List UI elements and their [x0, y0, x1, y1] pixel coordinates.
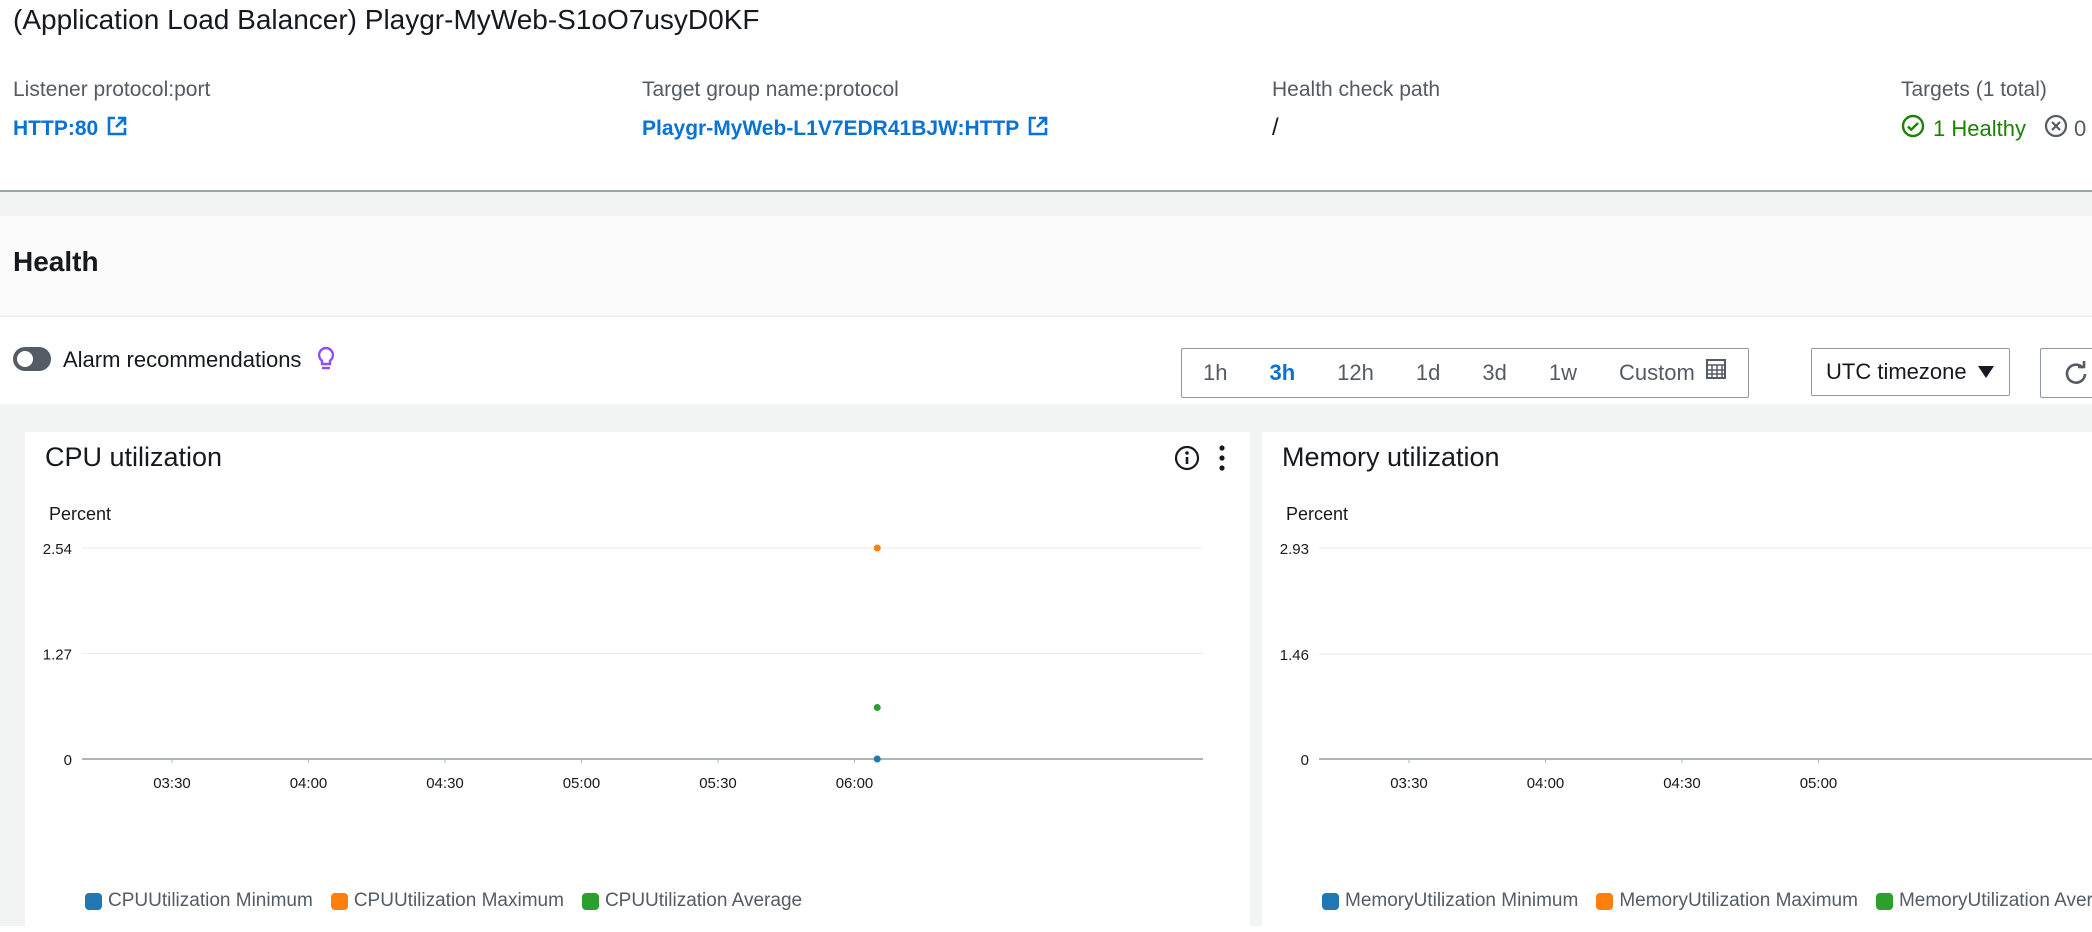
range-1d[interactable]: 1d	[1395, 349, 1461, 397]
range-3d[interactable]: 3d	[1461, 349, 1527, 397]
legend-label: MemoryUtilization Minimum	[1345, 890, 1579, 911]
x-tick-label: 05:30	[699, 775, 737, 792]
memory-y-axis-label: Percent	[1286, 504, 1349, 524]
legend-swatch-maximum	[1596, 892, 1614, 910]
x-tick-label: 03:30	[153, 775, 191, 792]
check-circle-icon	[1901, 114, 1925, 144]
cpu-legend: CPUUtilization Minimum CPUUtilization Ma…	[85, 890, 802, 912]
legend-item-mem-avg[interactable]: MemoryUtilization Average	[1875, 890, 2092, 912]
y-tick-label: 2.54	[43, 541, 72, 558]
memory-widget-title: Memory utilization	[1282, 442, 1500, 472]
info-icon[interactable]	[1174, 445, 1200, 476]
page-title: (Application Load Balancer) Playgr-MyWeb…	[13, 4, 760, 35]
x-tick-label: 04:00	[290, 775, 328, 792]
y-tick-label: 2.93	[1280, 541, 1309, 558]
alarm-recommendations-label: Alarm recommendations	[63, 347, 302, 372]
y-tick-label: 0	[64, 752, 72, 769]
legend-label: CPUUtilization Maximum	[353, 890, 564, 911]
listener-link[interactable]: HTTP:80	[13, 115, 128, 143]
cpu-widget-title: CPU utilization	[45, 442, 223, 472]
range-1h[interactable]: 1h	[1182, 349, 1248, 397]
x-tick-label: 05:00	[1800, 775, 1838, 792]
cpu-utilization-widget: CPU utilization Percent 0 1.27 2.54 03:30 04…	[25, 432, 1250, 932]
data-point-minimum	[873, 755, 881, 763]
targets-healthy-text: 1 Healthy	[1933, 116, 2026, 141]
legend-swatch-maximum	[330, 892, 348, 910]
range-3h[interactable]: 3h	[1248, 349, 1316, 397]
legend-item-cpu-min[interactable]: CPUUtilization Minimum	[85, 890, 313, 912]
caret-down-icon	[1977, 359, 1995, 385]
cpu-chart: 0 1.27 2.54 03:30 04:00 04:30 05:00 05:30 06:00	[43, 541, 1203, 792]
legend-swatch-minimum	[1322, 892, 1339, 910]
y-tick-label: 1.27	[43, 647, 72, 664]
targets-unhealthy-status: 0	[2044, 114, 2086, 144]
legend-label: MemoryUtilization Maximum	[1619, 890, 1858, 911]
legend-label: CPUUtilization Average	[604, 890, 803, 911]
x-tick-label: 05:00	[563, 775, 601, 792]
health-path-label: Health check path	[1272, 78, 1441, 101]
targets-unhealthy-text: 0	[2074, 116, 2087, 141]
x-tick-label: 04:30	[426, 775, 464, 792]
target-group-link[interactable]: Playgr-MyWeb-L1V7EDR41BJW:HTTP	[642, 115, 1049, 143]
refresh-button[interactable]	[2040, 348, 2092, 398]
health-path-value: /	[1272, 114, 1279, 141]
legend-swatch-average	[1875, 892, 1893, 910]
external-link-icon	[106, 115, 128, 143]
data-point-maximum	[873, 544, 881, 552]
timezone-select[interactable]: UTC timezone	[1811, 348, 2010, 396]
legend-label: MemoryUtilization Average	[1898, 890, 2092, 911]
target-group-value: Playgr-MyWeb-L1V7EDR41BJW:HTTP	[642, 117, 1020, 140]
memory-utilization-widget: Memory utilization Percent 0 1.46 2.93 03:3…	[1262, 432, 2092, 932]
cpu-y-axis-label: Percent	[49, 504, 112, 524]
x-tick-label: 03:30	[1390, 775, 1428, 792]
time-range-selector: 1h 3h 12h 1d 3d 1w Custom	[1181, 348, 1749, 398]
legend-label: CPUUtilization Minimum	[108, 890, 313, 911]
range-1w[interactable]: 1w	[1528, 349, 1598, 397]
range-12h[interactable]: 12h	[1316, 349, 1395, 397]
y-tick-label: 1.46	[1280, 647, 1309, 664]
external-link-icon	[1027, 115, 1049, 143]
range-custom[interactable]: Custom	[1598, 349, 1748, 397]
health-header	[0, 216, 2092, 317]
health-title: Health	[13, 246, 99, 277]
x-circle-icon	[2044, 114, 2068, 144]
target-group-label: Target group name:protocol	[642, 78, 899, 101]
custom-label: Custom	[1618, 360, 1695, 385]
y-tick-label: 0	[1301, 752, 1309, 769]
calendar-icon	[1705, 349, 1727, 397]
alarm-recommendations-toggle[interactable]	[13, 347, 51, 371]
memory-chart: 0 1.46 2.93 03:30 04:00 04:30 05:00	[1280, 541, 2092, 792]
more-actions-icon[interactable]	[1217, 444, 1227, 477]
legend-item-mem-max[interactable]: MemoryUtilization Maximum	[1596, 890, 1858, 912]
listener-value: HTTP:80	[13, 117, 99, 140]
refresh-icon	[2063, 361, 2089, 392]
legend-item-cpu-avg[interactable]: CPUUtilization Average	[581, 890, 803, 912]
targets-label: Targets (1 total)	[1901, 78, 2047, 101]
lightbulb-icon[interactable]	[316, 346, 336, 377]
legend-item-mem-min[interactable]: MemoryUtilization Minimum	[1322, 890, 1578, 912]
legend-swatch-average	[581, 892, 599, 910]
data-point-average	[873, 703, 881, 711]
listener-label: Listener protocol:port	[13, 78, 211, 101]
targets-healthy-status: 1 Healthy	[1901, 114, 2026, 144]
x-tick-label: 04:30	[1663, 775, 1701, 792]
x-tick-label: 06:00	[836, 775, 874, 792]
x-tick-label: 04:00	[1527, 775, 1565, 792]
legend-item-cpu-max[interactable]: CPUUtilization Maximum	[330, 890, 564, 912]
memory-legend: MemoryUtilization Minimum MemoryUtilizat…	[1322, 890, 2092, 912]
legend-swatch-minimum	[85, 892, 102, 910]
toggle-knob	[17, 351, 33, 367]
timezone-value: UTC timezone	[1826, 359, 1967, 384]
